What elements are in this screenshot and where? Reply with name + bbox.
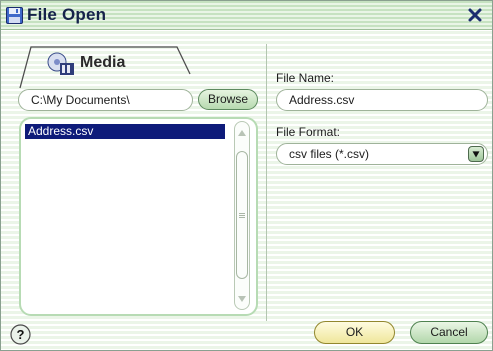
path-input[interactable]: C:\My Documents\ [18,89,193,111]
file-open-dialog: File Open Media C:\My Documents\ Browse … [0,0,493,351]
ok-button[interactable]: OK [314,321,395,344]
file-name-label: File Name: [276,71,335,85]
file-name-input[interactable]: Address.csv [276,89,488,111]
scroll-down-icon[interactable] [237,295,247,303]
file-format-value: csv files (*.csv) [289,147,370,161]
file-list-scrollbar[interactable] [231,121,253,310]
file-format-label: File Format: [276,125,341,139]
tab-media-label: Media [80,54,126,71]
close-icon[interactable] [464,4,486,26]
file-list[interactable]: Address.csv [19,117,258,316]
title-bar[interactable]: File Open [1,1,492,30]
scroll-up-icon[interactable] [237,129,247,137]
window-title: File Open [27,5,107,24]
help-icon[interactable]: ? [10,324,31,345]
file-format-select[interactable]: csv files (*.csv) [276,143,488,165]
file-list-item[interactable]: Address.csv [25,124,225,139]
grip-icon [239,213,245,218]
chevron-down-icon[interactable] [468,146,484,162]
browse-button[interactable]: Browse [198,89,258,110]
floppy-disk-icon [6,7,23,24]
svg-text:?: ? [17,327,25,342]
panel-divider [266,44,267,321]
cancel-button[interactable]: Cancel [410,321,488,344]
media-icon [47,52,74,75]
